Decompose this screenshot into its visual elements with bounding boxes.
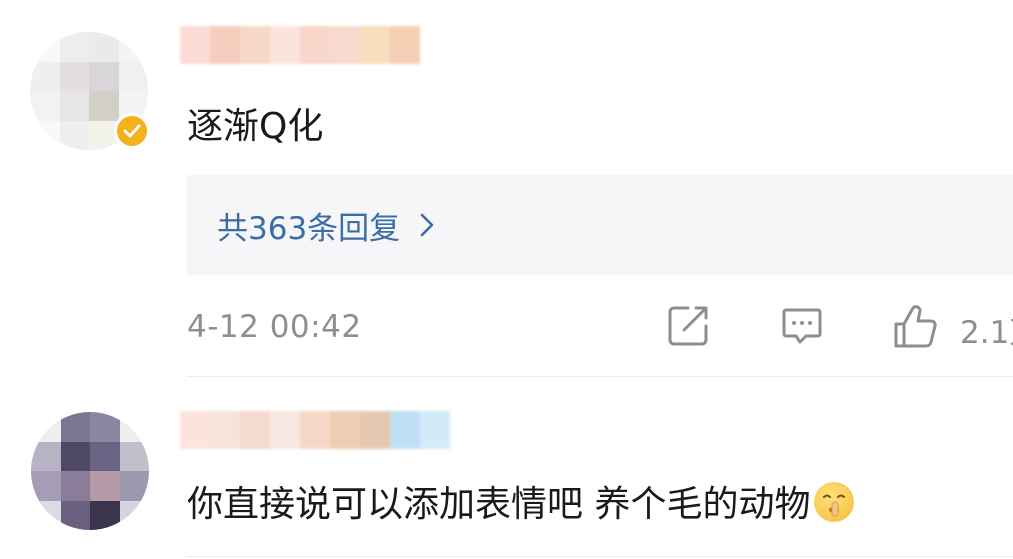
comment-item: 逐渐Q化 共363条回复 4-12 00:42 2.1	[0, 0, 1013, 377]
like-count: 2.1万	[960, 314, 1013, 351]
chevron-right-icon	[420, 213, 434, 237]
reply-count-label: 共363条回复	[217, 210, 401, 247]
thumbs-up-icon	[892, 304, 938, 354]
divider	[186, 556, 1013, 557]
view-replies-link[interactable]: 共363条回复	[217, 203, 434, 248]
comment-text: 你直接说可以添加表情吧 养个毛的动物	[187, 482, 855, 527]
like-button[interactable]: 2.1万	[892, 304, 1013, 354]
comment-icon	[780, 304, 824, 352]
repost-icon	[666, 304, 710, 352]
comment-text: 逐渐Q化	[187, 106, 324, 147]
comment-button[interactable]	[780, 304, 824, 352]
avatar[interactable]	[31, 412, 149, 530]
username-blurred[interactable]	[180, 411, 450, 449]
shush-face-emoji-icon	[814, 482, 855, 522]
repost-button[interactable]	[666, 304, 710, 352]
comment-item: 你直接说可以添加表情吧 养个毛的动物	[0, 377, 1013, 559]
verified-badge-icon	[114, 113, 150, 149]
comment-timestamp: 4-12 00:42	[187, 309, 362, 345]
username-blurred[interactable]	[180, 26, 420, 64]
reply-summary[interactable]: 共363条回复	[186, 175, 1013, 275]
comment-text-body: 你直接说可以添加表情吧 养个毛的动物	[187, 484, 811, 525]
